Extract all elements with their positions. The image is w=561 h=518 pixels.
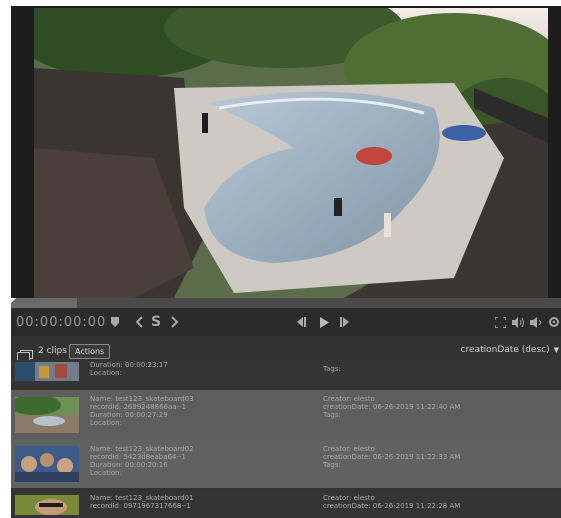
- fullscreen-icon[interactable]: [493, 313, 507, 331]
- clip-extra-details: Creator: elesto creationDate: 06-26-2019…: [323, 445, 460, 469]
- clip-location: Location:: [90, 419, 122, 427]
- clip-list-header: 2 clips Actions creationDate (desc) ▼: [11, 344, 561, 361]
- playhead-marker[interactable]: [11, 298, 16, 303]
- clip-creator: Creator: elesto: [323, 445, 375, 453]
- clip-creator: Creator: elesto: [323, 395, 375, 403]
- next-frame-icon[interactable]: [338, 313, 352, 331]
- clip-thumbnail: [15, 362, 79, 381]
- clip-thumbnail: [15, 495, 79, 515]
- clip-record-id: recordId: 5423d8eaba64--1: [90, 453, 186, 461]
- mark-in-icon[interactable]: [134, 313, 144, 331]
- gear-icon[interactable]: [547, 313, 561, 331]
- clip-thumbnail: [15, 397, 79, 433]
- list-item[interactable]: Duration: 00:00:23:17 Location: Tags:: [11, 360, 561, 384]
- video-frame-image: [34, 8, 548, 298]
- chevron-down-icon: ▼: [553, 346, 559, 354]
- timeline-scrubber[interactable]: [11, 298, 561, 308]
- video-preview[interactable]: [11, 6, 561, 298]
- clip-count: 2 clips: [38, 346, 67, 356]
- transport-bar: 00:00:00:00 S: [11, 308, 561, 336]
- clip-location: Location:: [90, 369, 122, 377]
- clip-tags: Tags:: [323, 365, 341, 373]
- clip-details: Name: test123_skateboard03 recordId: 269…: [90, 395, 194, 427]
- video-clip-browser: 00:00:00:00 S 2 clips Actions creationDa…: [11, 6, 561, 518]
- timecode-display: 00:00:00:00: [16, 315, 107, 330]
- clip-location: Location:: [90, 469, 122, 477]
- clip-details: Name: test123_skateboard01 recordId: 097…: [90, 494, 194, 510]
- speaker-icon[interactable]: [529, 313, 543, 331]
- clip-tags: Tags:: [323, 411, 341, 419]
- actions-button[interactable]: Actions: [69, 344, 111, 359]
- volume-icon[interactable]: [511, 313, 525, 331]
- sort-dropdown[interactable]: creationDate (desc) ▼: [461, 345, 559, 355]
- clip-name: Name: test123_skateboard03: [90, 395, 194, 403]
- mark-out-icon[interactable]: [169, 313, 179, 331]
- clip-creation-date: creationDate: 06-26-2019 11:22:40 AM: [323, 403, 461, 411]
- clip-list: Duration: 00:00:23:17 Location: Tags: Na…: [11, 360, 561, 518]
- clip-record-id: recordId: 2699248866aa--1: [90, 403, 187, 411]
- play-icon[interactable]: [317, 313, 331, 331]
- clip-creation-date: creationDate: 06-26-2019 11:22:33 AM: [323, 453, 461, 461]
- sort-value: creationDate (desc): [460, 345, 550, 355]
- previous-frame-icon[interactable]: [294, 313, 308, 331]
- clip-creator: Creator: elesto: [323, 494, 375, 502]
- clip-creation-date: creationDate: 06-26-2019 11:22:28 AM: [323, 502, 461, 510]
- list-item[interactable]: Name: test123_skateboard01 recordId: 097…: [11, 491, 561, 518]
- clip-name: Name: test123_skateboard02: [90, 445, 194, 453]
- clip-details: Name: test123_skateboard02 recordId: 542…: [90, 445, 194, 477]
- clip-tags: Tags:: [323, 461, 341, 469]
- clip-thumbnail: [15, 446, 79, 482]
- clip-duration: Duration: 00:00:23:17: [90, 361, 168, 369]
- clip-extra-details: Creator: elesto creationDate: 06-26-2019…: [323, 494, 460, 510]
- scrubber-progress: [11, 298, 77, 308]
- clip-duration: Duration: 00:00:27:29: [90, 411, 168, 419]
- clip-extra-details: Tags:: [323, 365, 341, 373]
- split-icon[interactable]: S: [150, 313, 162, 331]
- clip-record-id: recordId: 0971967317668--1: [90, 502, 191, 510]
- marker-icon[interactable]: [110, 313, 120, 331]
- clip-details: Duration: 00:00:23:17 Location:: [90, 361, 168, 377]
- clip-extra-details: Creator: elesto creationDate: 06-26-2019…: [323, 395, 460, 419]
- list-item[interactable]: Name: test123_skateboard02 recordId: 542…: [11, 440, 561, 488]
- clip-name: Name: test123_skateboard01: [90, 494, 194, 502]
- list-item[interactable]: Name: test123_skateboard03 recordId: 269…: [11, 390, 561, 440]
- clip-duration: Duration: 00:00:20:16: [90, 461, 168, 469]
